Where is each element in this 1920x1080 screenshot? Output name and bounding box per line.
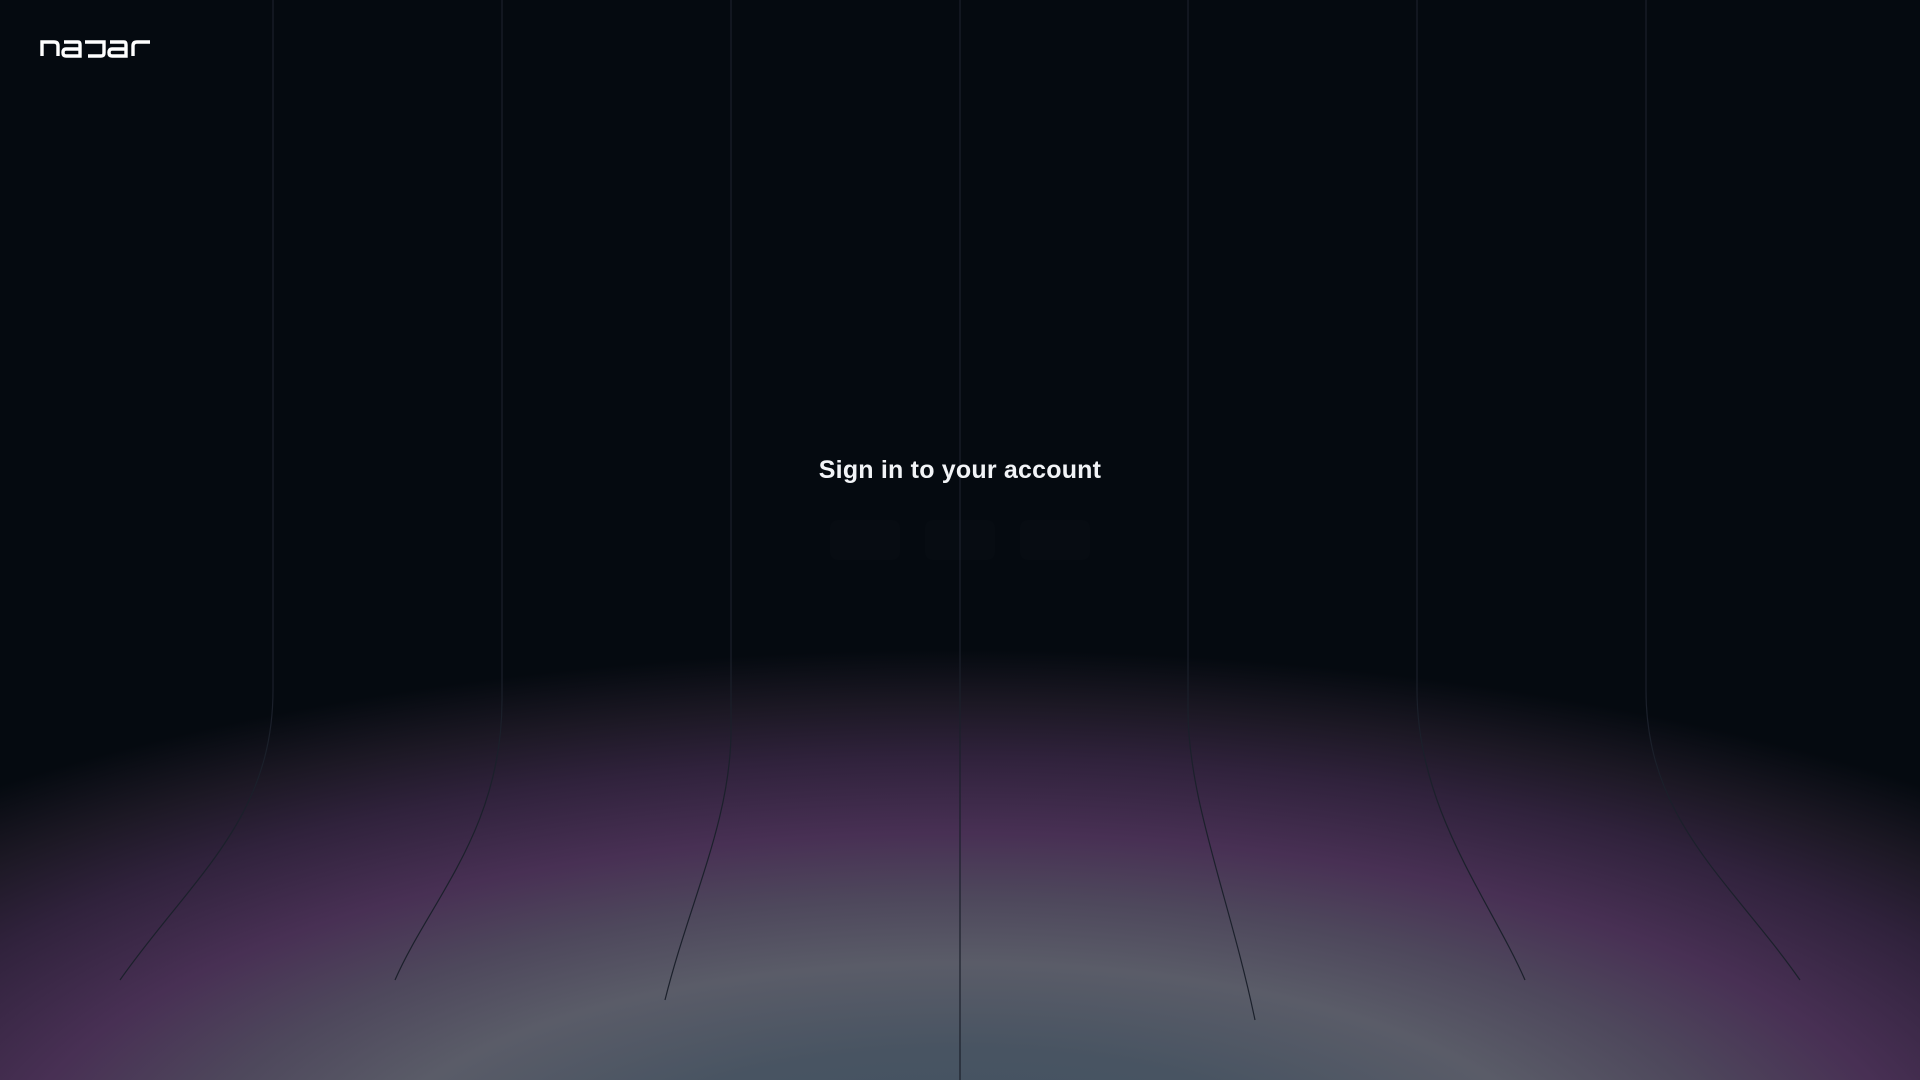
background-line [119,0,274,981]
sign-in-provider-button[interactable] [1020,520,1090,560]
background-line [1645,0,1801,981]
najar-logo[interactable] [40,36,152,60]
background-line [394,0,503,981]
background-line [1416,0,1526,981]
sign-in-page: Sign in to your account [0,0,1920,1080]
sign-in-provider-buttons [830,520,1090,560]
sign-in-title: Sign in to your account [818,456,1102,484]
background-line [1187,0,1256,1021]
najar-logo-mark [40,40,150,58]
background-line [664,0,732,1001]
sign-in-provider-button[interactable] [830,520,900,560]
sign-in-provider-button[interactable] [925,520,995,560]
